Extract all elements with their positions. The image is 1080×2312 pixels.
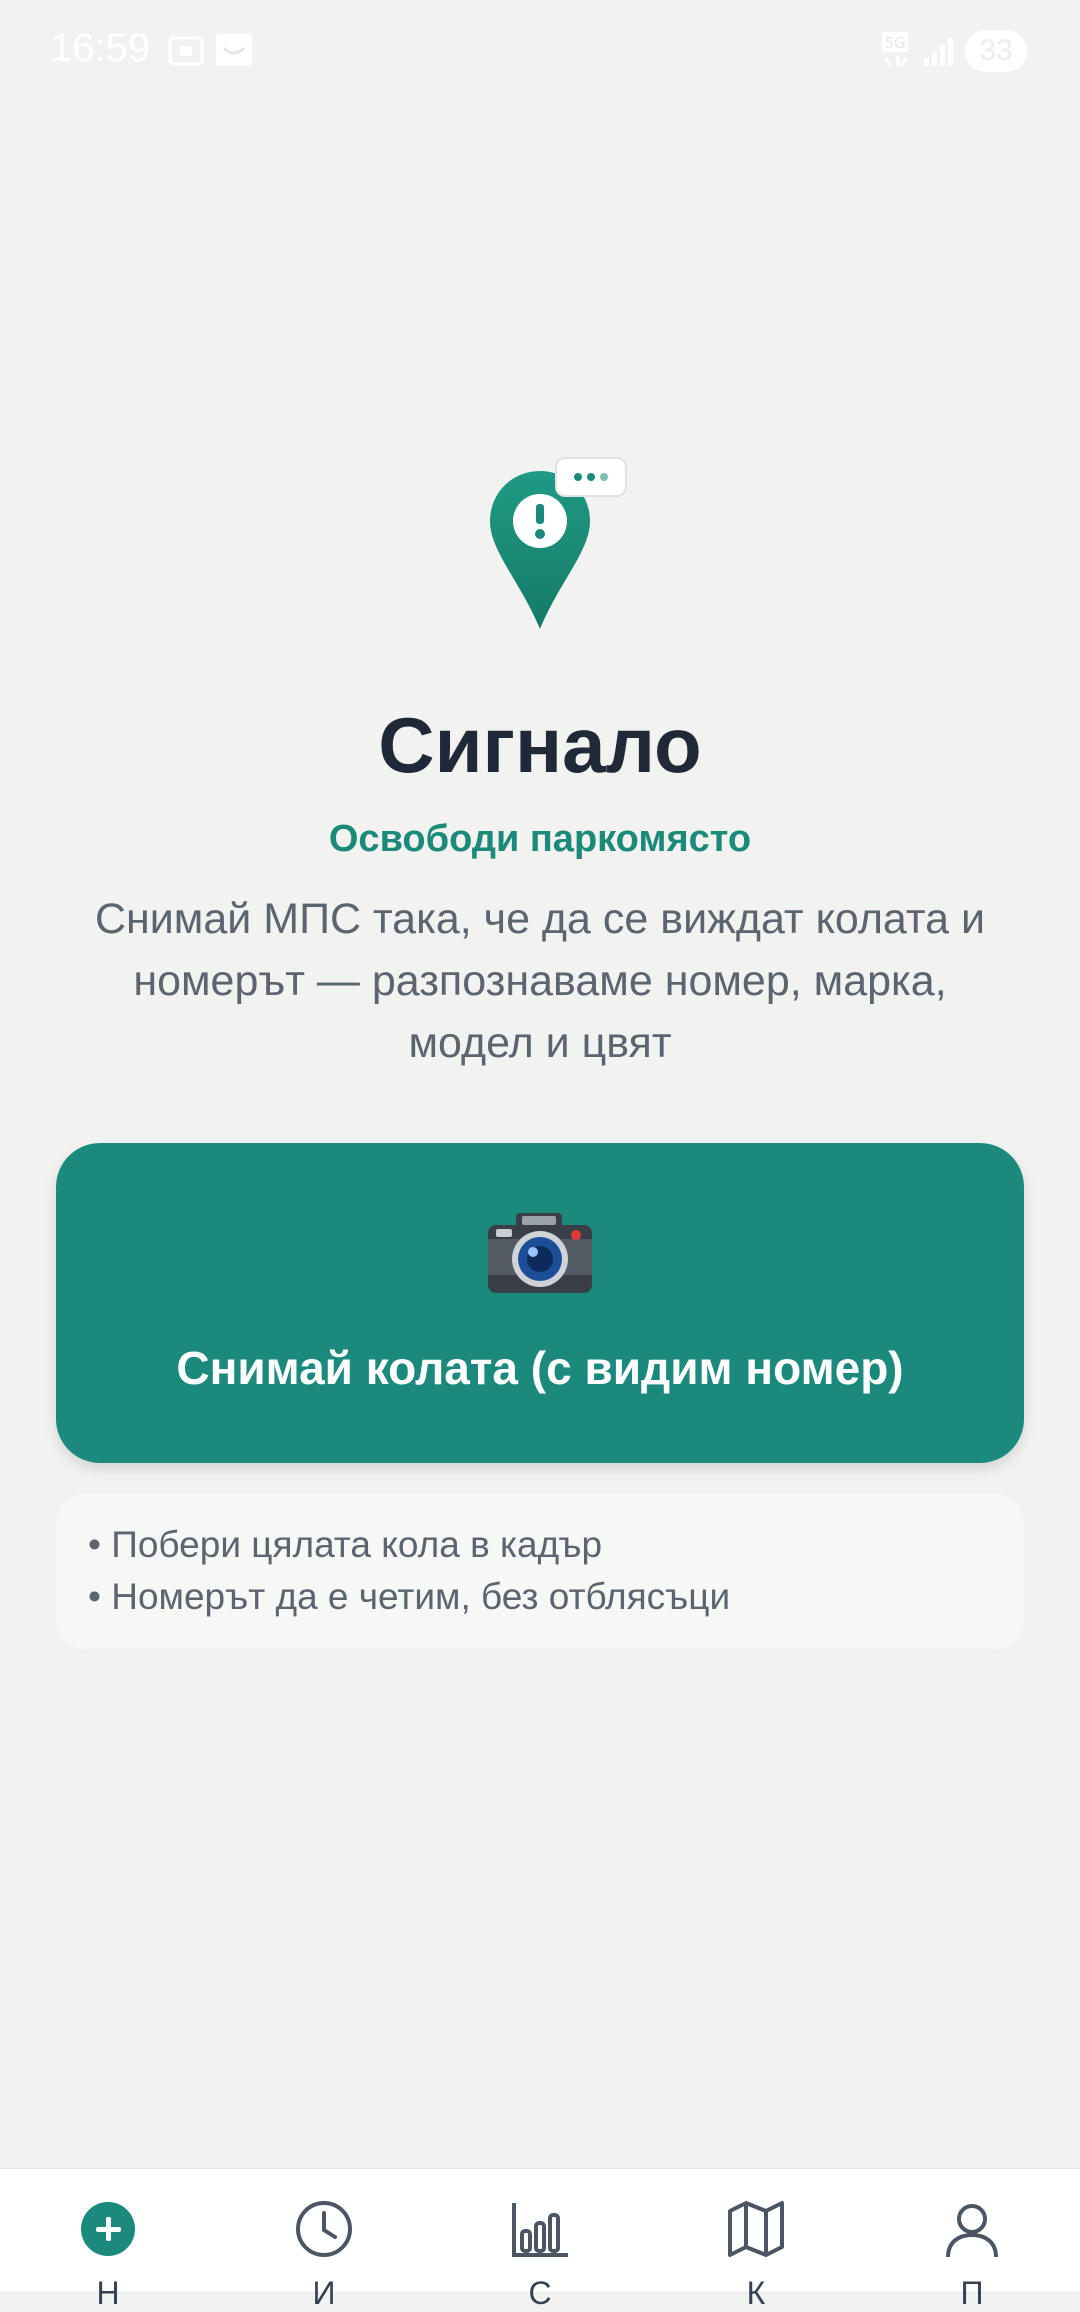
screenshot-icon [168,36,204,66]
network-type-label: 5G [884,34,905,52]
clock-icon [296,2201,352,2257]
nav-item-history[interactable]: И [216,2169,432,2311]
capture-car-button[interactable]: Снимай колата (с видим номер) [56,1143,1024,1463]
tip-item: • Номерът да е четим, без отблясъци [88,1576,731,1617]
signal-strength-icon [924,38,953,66]
nav-item-stats[interactable]: С [432,2169,648,2311]
map-icon [728,2201,784,2257]
bar-chart-icon [512,2203,568,2257]
nav-item-map[interactable]: К [648,2169,864,2311]
status-time: 16:59 [50,26,151,70]
map-pin-alert-icon [480,455,630,635]
nav-item-new[interactable]: Н [0,2169,216,2311]
nav-label: К [746,2275,766,2311]
network-5g-icon: 5G [882,32,908,67]
camera-icon [488,1213,592,1293]
tip-item: • Побери цялата кола в кадър [88,1524,603,1565]
nav-label: Н [96,2275,120,2311]
add-circle-icon [81,2202,135,2256]
status-bar: 16:59 5G 33 [0,0,1080,100]
message-icon [216,34,252,66]
battery-indicator: 33 [965,30,1027,72]
nav-label: С [528,2275,552,2311]
capture-button-label: Снимай колата (с видим номер) [176,1342,904,1394]
tips-card: • Побери цялата кола в кадър • Номерът д… [56,1493,1024,1649]
app-subtitle: Освободи паркомясто [328,818,752,860]
nav-label: П [960,2275,984,2311]
bottom-nav: Н И С К П [0,2168,1080,2311]
nav-item-profile[interactable]: П [864,2169,1080,2311]
instructions-text: Снимай МПС така, че да се виждат колата … [94,895,985,1067]
nav-label: И [312,2275,336,2311]
user-icon [946,2204,998,2258]
app-title: Сигнало [378,701,702,789]
